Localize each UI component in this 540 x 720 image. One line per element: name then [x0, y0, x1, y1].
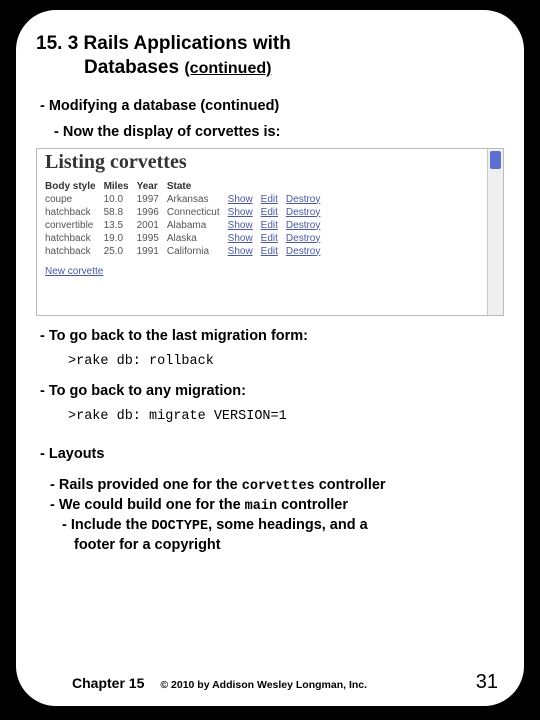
title-line2: Databases: [84, 57, 179, 78]
slide-title: 15. 3 Rails Applications with Databases …: [36, 32, 504, 80]
destroy-link[interactable]: Destroy: [286, 207, 320, 218]
cell-year: 1991: [137, 245, 167, 258]
cell-miles: 58.8: [104, 206, 137, 219]
title-line1: Rails Applications with: [84, 33, 291, 54]
listing-heading: Listing corvettes: [45, 151, 495, 174]
show-link[interactable]: Show: [228, 246, 253, 257]
cell-miles: 10.0: [104, 193, 137, 206]
col-year: Year: [137, 180, 167, 193]
footer-page: 31: [476, 671, 498, 694]
cell-miles: 19.0: [104, 232, 137, 245]
slide-footer: Chapter 15 © 2010 by Addison Wesley Long…: [16, 671, 524, 694]
edit-link[interactable]: Edit: [261, 233, 278, 244]
bullet-goback-any: - To go back to any migration:: [40, 383, 504, 399]
layouts-line-1: - Rails provided one for the corvettes c…: [50, 476, 504, 496]
table-row: coupe10.01997ArkansasShow Edit Destroy: [45, 193, 328, 206]
cell-body: hatchback: [45, 245, 104, 258]
cell-state: California: [167, 245, 228, 258]
cell-year: 1995: [137, 232, 167, 245]
cell-year: 1996: [137, 206, 167, 219]
layouts-block: - Rails provided one for the corvettes c…: [50, 476, 504, 556]
cell-state: Alabama: [167, 219, 228, 232]
slide-page: 15. 3 Rails Applications with Databases …: [14, 8, 526, 708]
show-link[interactable]: Show: [228, 233, 253, 244]
bullet-display: - Now the display of corvettes is:: [54, 124, 504, 140]
table-row: hatchback58.81996ConnecticutShow Edit Dest…: [45, 206, 328, 219]
screenshot-content: Listing corvettes Body style Miles Year …: [37, 149, 503, 283]
table-header-row: Body style Miles Year State: [45, 180, 328, 193]
cell-state: Connecticut: [167, 206, 228, 219]
cell-miles: 13.5: [104, 219, 137, 232]
col-bodystyle: Body style: [45, 180, 104, 193]
cell-body: hatchback: [45, 206, 104, 219]
cell-miles: 25.0: [104, 245, 137, 258]
destroy-link[interactable]: Destroy: [286, 194, 320, 205]
bullet-layouts: - Layouts: [40, 446, 504, 462]
footer-copyright: © 2010 by Addison Wesley Longman, Inc.: [160, 679, 475, 691]
edit-link[interactable]: Edit: [261, 246, 278, 257]
code-migrate: >rake db: migrate VERSION=1: [68, 409, 504, 424]
cell-year: 2001: [137, 219, 167, 232]
edit-link[interactable]: Edit: [261, 207, 278, 218]
bullet-modifying: - Modifying a database (continued): [40, 98, 504, 114]
cell-body: hatchback: [45, 232, 104, 245]
col-miles: Miles: [104, 180, 137, 193]
layouts-line-4: footer for a copyright: [74, 536, 504, 556]
corvettes-table: Body style Miles Year State coupe10.0199…: [45, 180, 328, 258]
destroy-link[interactable]: Destroy: [286, 246, 320, 257]
title-continued: (continued): [184, 60, 271, 77]
layouts-line-2: - We could build one for the main contro…: [50, 496, 504, 516]
footer-chapter: Chapter 15: [72, 675, 144, 691]
cell-body: convertible: [45, 219, 104, 232]
title-number: 15. 3: [36, 33, 78, 54]
cell-state: Arkansas: [167, 193, 228, 206]
col-state: State: [167, 180, 228, 193]
bullet-goback-last: - To go back to the last migration form:: [40, 328, 504, 344]
show-link[interactable]: Show: [228, 220, 253, 231]
new-corvette-link[interactable]: New corvette: [45, 266, 103, 277]
table-row: hatchback19.01995AlaskaShow Edit Destroy: [45, 232, 328, 245]
cell-body: coupe: [45, 193, 104, 206]
edit-link[interactable]: Edit: [261, 220, 278, 231]
table-row: hatchback25.01991CaliforniaShow Edit Destr…: [45, 245, 328, 258]
code-rollback: >rake db: rollback: [68, 354, 504, 369]
embedded-screenshot: Listing corvettes Body style Miles Year …: [36, 148, 504, 316]
destroy-link[interactable]: Destroy: [286, 220, 320, 231]
table-row: convertible13.52001AlabamaShow Edit Destro…: [45, 219, 328, 232]
cell-year: 1997: [137, 193, 167, 206]
edit-link[interactable]: Edit: [261, 194, 278, 205]
destroy-link[interactable]: Destroy: [286, 233, 320, 244]
cell-state: Alaska: [167, 232, 228, 245]
show-link[interactable]: Show: [228, 194, 253, 205]
show-link[interactable]: Show: [228, 207, 253, 218]
layouts-line-3: - Include the DOCTYPE, some headings, an…: [62, 516, 504, 536]
